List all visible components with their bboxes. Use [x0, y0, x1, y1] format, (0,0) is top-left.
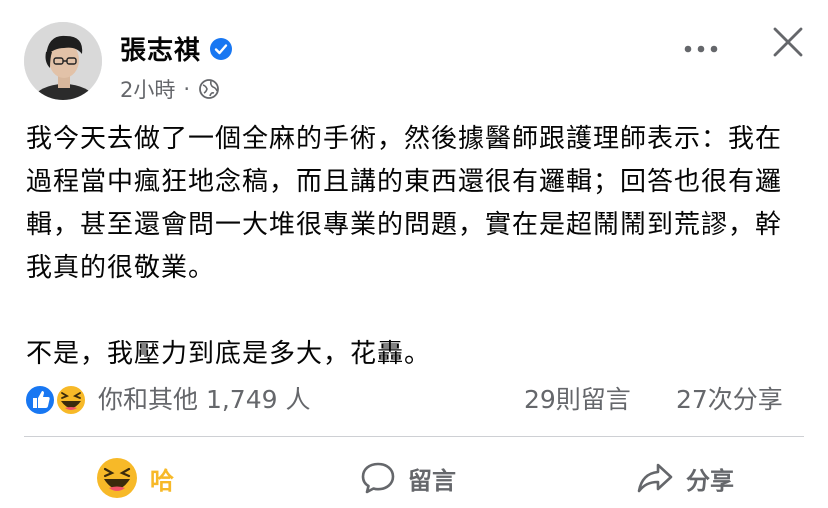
- more-icon[interactable]: [684, 38, 718, 53]
- close-icon[interactable]: [772, 26, 804, 58]
- post-paragraph: 不是，我壓力到底是多大，花轟。: [26, 339, 432, 369]
- comment-button[interactable]: 留言: [360, 456, 456, 500]
- like-reaction-icon: [24, 384, 56, 416]
- author-row: 張志祺: [120, 30, 233, 67]
- meta-separator: ·: [183, 77, 191, 101]
- share-icon: [637, 463, 673, 493]
- divider: [24, 436, 804, 437]
- reaction-count[interactable]: 你和其他 1,749 人: [98, 383, 310, 417]
- post-body: 我今天去做了一個全麻的手術，然後據醫師跟護理師表示：我在過程當中瘋狂地念稿，而且…: [26, 118, 806, 376]
- post-paragraph: 我今天去做了一個全麻的手術，然後據醫師跟護理師表示：我在過程當中瘋狂地念稿，而且…: [26, 124, 783, 283]
- author-name[interactable]: 張志祺: [120, 30, 201, 67]
- haha-reaction-icon: [97, 458, 137, 498]
- reaction-button[interactable]: 哈: [96, 456, 174, 500]
- haha-reaction-icon: [55, 384, 87, 416]
- share-button[interactable]: 分享: [636, 456, 734, 500]
- reaction-label: 哈: [150, 466, 174, 495]
- comment-label: 留言: [408, 466, 456, 495]
- post-time[interactable]: 2小時: [120, 74, 175, 104]
- verified-badge-icon: [209, 37, 233, 61]
- comment-count[interactable]: 29則留言: [524, 383, 631, 417]
- post-meta: 2小時 ·: [120, 74, 220, 104]
- avatar[interactable]: [24, 22, 102, 100]
- share-count[interactable]: 27次分享: [676, 383, 783, 417]
- globe-icon: [198, 78, 220, 100]
- share-label: 分享: [686, 466, 734, 495]
- reaction-icons[interactable]: [24, 383, 94, 417]
- comment-icon: [361, 462, 395, 494]
